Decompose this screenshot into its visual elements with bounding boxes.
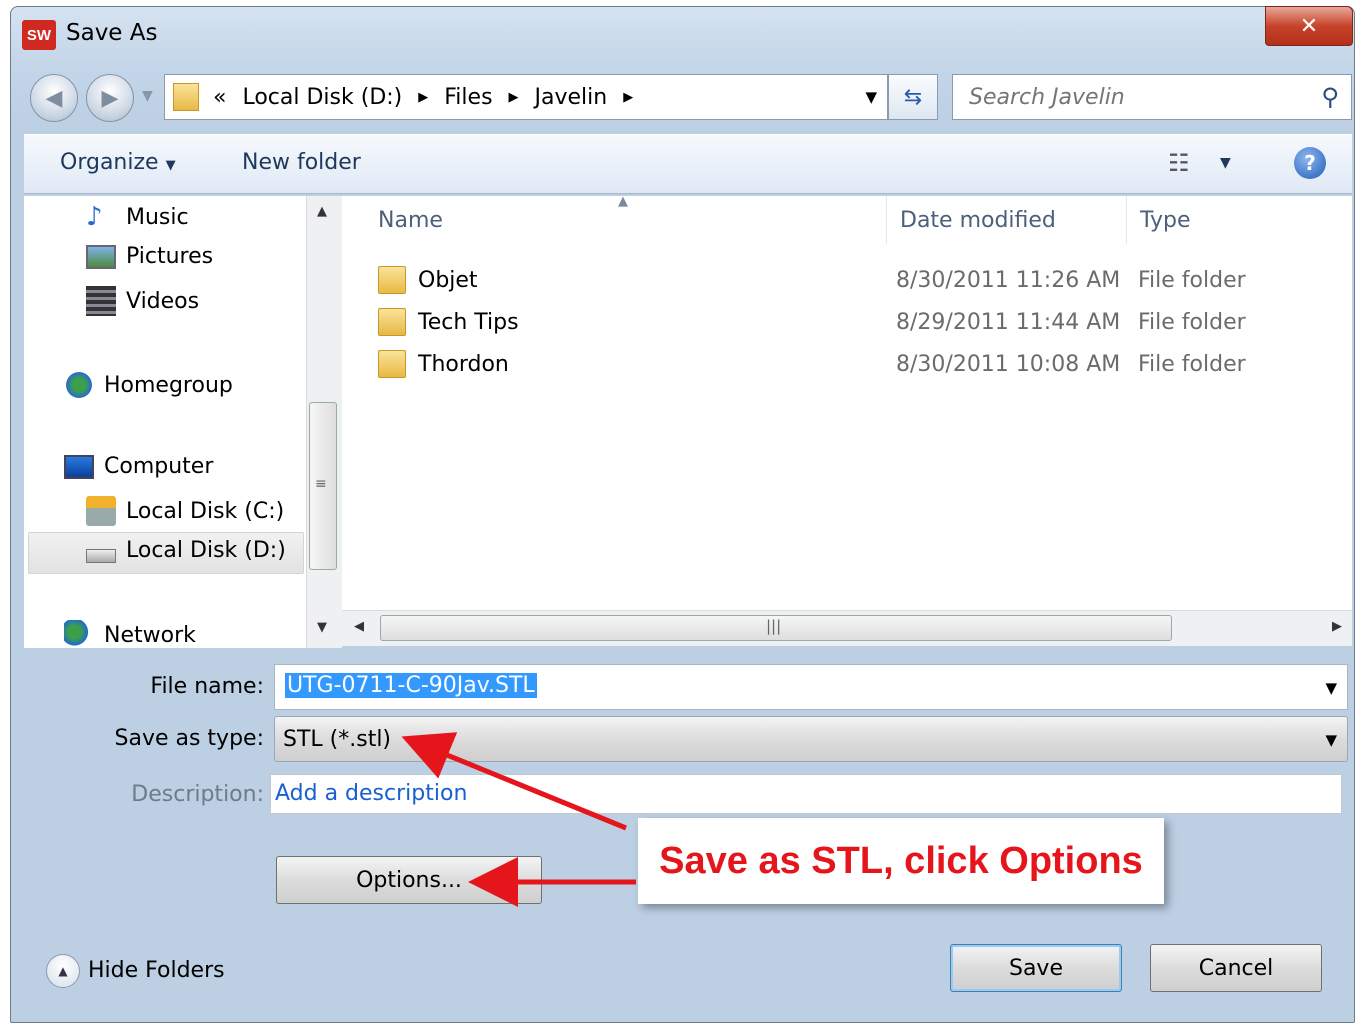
annotation-callout: Save as STL, click Options bbox=[638, 818, 1164, 904]
arrow-to-save-type bbox=[401, 732, 627, 831]
